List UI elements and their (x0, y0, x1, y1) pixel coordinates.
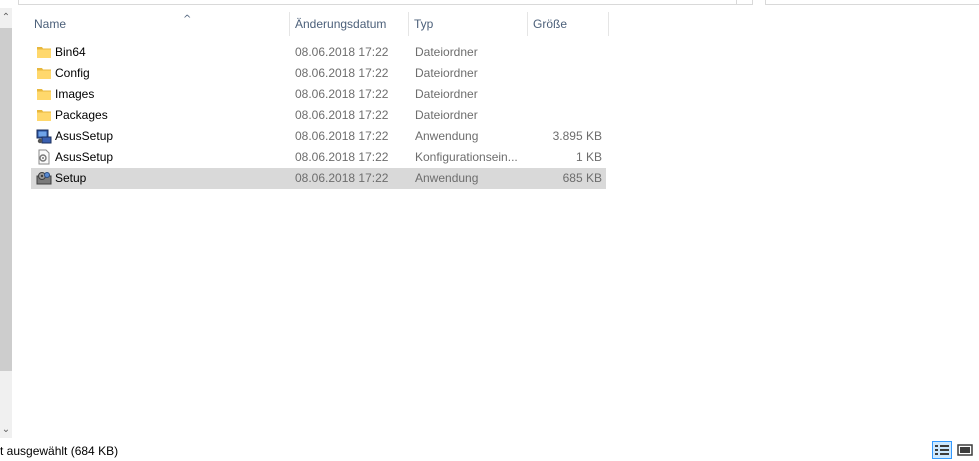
file-row[interactable]: Config 08.06.2018 17:22 Dateiordner (31, 63, 606, 84)
address-bar-divider (736, 0, 737, 4)
file-row[interactable]: AsusSetup 08.06.2018 17:22 Anwendung 3.895 … (31, 126, 606, 147)
file-size: 685 KB (562, 171, 602, 185)
file-name: Bin64 (55, 45, 86, 59)
file-type: Konfigurationsein... (415, 150, 518, 164)
status-bar-selection: t ausgewählt (684 KB) (0, 444, 119, 458)
file-date: 08.06.2018 17:22 (295, 129, 389, 143)
scroll-down-arrow-icon[interactable]: ⌄ (0, 422, 12, 438)
scrollbar-thumb[interactable] (0, 28, 12, 371)
column-header-type[interactable]: Typ (409, 12, 528, 36)
sort-ascending-icon: ^ (183, 14, 192, 25)
file-type: Dateiordner (415, 66, 478, 80)
file-list: Bin64 08.06.2018 17:22 Dateiordner Config 08… (31, 42, 606, 189)
file-date: 08.06.2018 17:22 (295, 87, 389, 101)
file-row[interactable]: Packages 08.06.2018 17:22 Dateiordner (31, 105, 606, 126)
file-row[interactable]: Setup 08.06.2018 17:22 Anwendung 685 KB (31, 168, 606, 189)
vertical-scrollbar[interactable]: ⌃ ⌄ (0, 8, 12, 438)
file-date: 08.06.2018 17:22 (295, 66, 389, 80)
file-name: Setup (55, 171, 87, 185)
file-row[interactable]: Bin64 08.06.2018 17:22 Dateiordner (31, 42, 606, 63)
file-date: 08.06.2018 17:22 (295, 150, 389, 164)
column-header-name[interactable]: Name (29, 12, 290, 36)
folder-icon (36, 44, 52, 60)
file-date: 08.06.2018 17:22 (295, 171, 389, 185)
file-size: 3.895 KB (552, 129, 602, 143)
file-type: Dateiordner (415, 87, 478, 101)
file-name: Packages (55, 108, 108, 122)
column-header-name-label: Name (34, 17, 67, 31)
file-name: Images (55, 87, 95, 101)
file-name: Config (55, 66, 90, 80)
file-type: Anwendung (415, 129, 479, 143)
column-header-size-label: Größe (533, 17, 568, 31)
file-date: 08.06.2018 17:22 (295, 45, 389, 59)
installer-app-icon (36, 128, 52, 144)
file-type: Dateiordner (415, 108, 478, 122)
file-type: Dateiordner (415, 45, 478, 59)
file-size: 1 KB (575, 150, 602, 164)
large-icons-view-icon (957, 444, 973, 456)
scroll-up-arrow-icon[interactable]: ⌃ (0, 10, 12, 26)
file-row[interactable]: AsusSetup 08.06.2018 17:22 Konfigurationse… (31, 147, 606, 168)
setup-app-icon (36, 170, 52, 186)
folder-icon (36, 107, 52, 123)
column-header-type-label: Typ (414, 17, 434, 31)
file-date: 08.06.2018 17:22 (295, 108, 389, 122)
column-header-date-label: Änderungsdatum (295, 17, 387, 31)
large-icons-view-button[interactable] (955, 441, 975, 459)
details-view-icon (935, 445, 949, 455)
search-field[interactable] (765, 0, 979, 5)
file-name: AsusSetup (55, 129, 114, 143)
file-row[interactable]: Images 08.06.2018 17:22 Dateiordner (31, 84, 606, 105)
folder-icon (36, 65, 52, 81)
details-view-button[interactable] (932, 441, 952, 459)
column-header-date[interactable]: Änderungsdatum (290, 12, 409, 36)
file-name: AsusSetup (55, 150, 114, 164)
address-bar[interactable] (18, 0, 753, 5)
column-header-size[interactable]: Größe (528, 12, 609, 36)
folder-icon (36, 86, 52, 102)
config-file-icon (36, 149, 52, 165)
file-type: Anwendung (415, 171, 479, 185)
